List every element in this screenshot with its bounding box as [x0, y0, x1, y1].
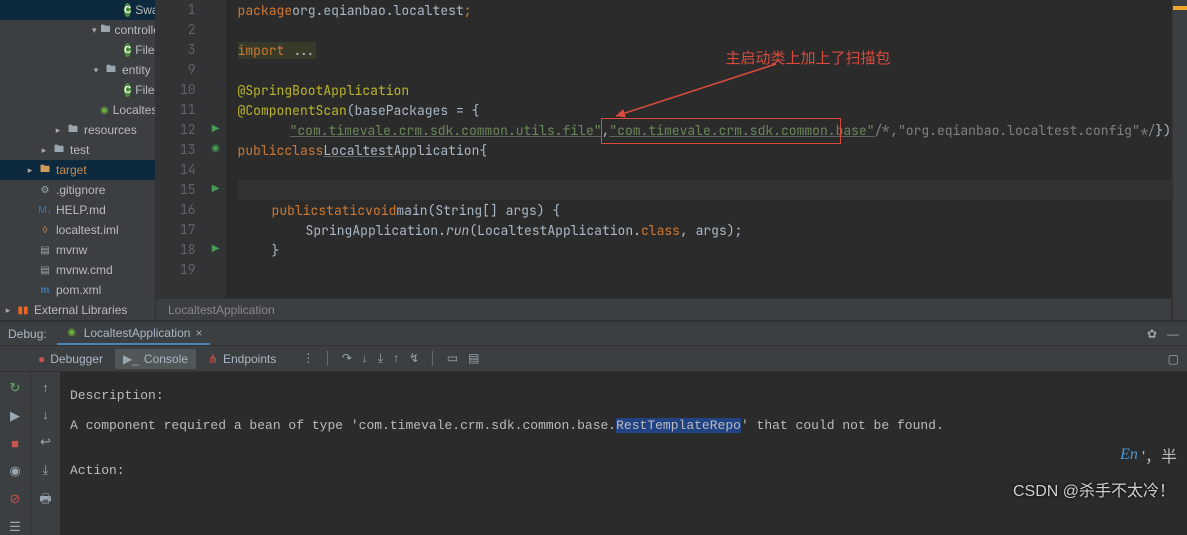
debug-header: Debug: ◉ LocaltestApplication × ✿ —	[0, 322, 1187, 346]
step-over-icon[interactable]: ↷	[342, 351, 352, 366]
tree-item[interactable]: SwaagerConfig	[135, 3, 156, 17]
debug-tabs: ●Debugger ▶_Console ⋔Endpoints ⋮ │ ↷ ↓ ⤓…	[0, 346, 1187, 372]
class-icon: C	[124, 43, 131, 57]
mute-breakpoints-icon[interactable]: ⊘	[10, 491, 21, 507]
tree-item[interactable]: localtest.iml	[56, 223, 119, 237]
ime-indicator: En'，半	[1120, 443, 1177, 467]
folder-icon: 🖿	[101, 23, 111, 37]
close-icon[interactable]: ×	[195, 326, 202, 340]
spring-icon: ◉	[100, 103, 109, 117]
tree-item[interactable]: entity	[122, 63, 151, 77]
tree-item[interactable]: FileResult	[135, 83, 156, 97]
settings-icon[interactable]: ☰	[9, 519, 21, 535]
folder-icon: 🖿	[66, 123, 80, 137]
chevron-down-icon[interactable]: ▾	[92, 65, 100, 76]
watermark: CSDN @杀手不太冷！	[1013, 477, 1175, 501]
console-output[interactable]: Description: A component required a bean…	[60, 372, 1187, 535]
warning-marker[interactable]	[1173, 6, 1187, 10]
endpoints-icon: ⋔	[208, 352, 218, 366]
more-icon[interactable]: ⋮	[302, 351, 314, 366]
tree-item[interactable]: pom.xml	[56, 283, 101, 297]
file-icon: ⚙	[38, 183, 52, 197]
class-icon: C	[124, 83, 131, 97]
tree-item[interactable]: resources	[84, 123, 137, 137]
run-config-tab[interactable]: ◉ LocaltestApplication ×	[57, 323, 211, 345]
tree-item[interactable]: mvnw.cmd	[56, 263, 113, 277]
rerun-icon[interactable]: ↻	[10, 380, 21, 396]
resume-icon[interactable]: ▶	[10, 408, 20, 424]
libraries-icon: ▮▮	[16, 303, 30, 317]
tree-item[interactable]: test	[70, 143, 89, 157]
editor-error-stripe[interactable]	[1172, 0, 1187, 320]
file-icon: ◊	[38, 223, 52, 237]
debug-side-toolbar: ↻ ▶ ■ ◉ ⊘ ☰	[0, 372, 30, 535]
chevron-right-icon[interactable]: ▸	[4, 305, 12, 316]
drop-frame-icon[interactable]: ↯	[409, 351, 419, 366]
code-area[interactable]: package org.eqianbao.localtest; import .…	[226, 0, 1171, 298]
console-tab[interactable]: ▶_Console	[115, 349, 196, 369]
spring-run-icon: ◉	[65, 326, 79, 340]
console-icon: ▶_	[123, 352, 139, 366]
debug-tool-window: Debug: ◉ LocaltestApplication × ✿ — ●Deb…	[0, 320, 1187, 535]
evaluate-icon[interactable]: ▭	[447, 351, 458, 366]
tree-item[interactable]: HELP.md	[56, 203, 106, 217]
tree-item[interactable]: .gitignore	[56, 183, 105, 197]
console-line: A component required a bean of type 'com…	[70, 418, 1177, 433]
console-side-toolbar: ↑ ↓ ↩ ⤓ 🖶	[30, 372, 60, 535]
run-class-gutter-icon[interactable]: ▶	[212, 119, 220, 139]
console-line: Description:	[70, 388, 1177, 403]
down-icon[interactable]: ↓	[42, 407, 49, 422]
class-icon: C	[124, 3, 131, 17]
print-icon[interactable]: 🖶	[39, 490, 51, 512]
target-folder-icon: 🖿	[38, 163, 52, 177]
up-icon[interactable]: ↑	[42, 380, 49, 395]
hide-icon[interactable]: —	[1167, 327, 1179, 341]
stop-icon[interactable]: ■	[11, 436, 19, 451]
maven-icon: m	[38, 283, 52, 297]
debugger-tab[interactable]: ●Debugger	[30, 349, 111, 369]
tree-item[interactable]: mvnw	[56, 243, 87, 257]
tree-item[interactable]: External Libraries	[34, 303, 127, 317]
folder-icon: 🖿	[52, 143, 66, 157]
breadcrumbs-bar[interactable]: LocaltestApplication	[156, 298, 1171, 320]
file-icon: ▤	[38, 243, 52, 257]
step-into-icon[interactable]: ↓	[362, 351, 368, 366]
console-line: Action:	[70, 463, 1177, 478]
tree-item[interactable]: target	[56, 163, 87, 177]
chevron-right-icon[interactable]: ▸	[40, 145, 48, 156]
trace-icon[interactable]: ▤	[468, 351, 479, 366]
chevron-right-icon[interactable]: ▸	[26, 165, 34, 176]
endpoints-tab[interactable]: ⋔Endpoints	[200, 349, 284, 369]
layout-icon[interactable]: ▢	[1168, 352, 1179, 366]
chevron-down-icon[interactable]: ▾	[92, 25, 97, 36]
line-number-gutter: 1 2 3 9 10 11 12 13 14 15 16 17 18 19	[156, 0, 206, 298]
editor[interactable]: 1 2 3 9 10 11 12 13 14 15 16 17 18 19 ▶ …	[156, 0, 1172, 320]
main-split: C SwaagerConfig ▾ 🖿 controller C FileSystemC…	[0, 0, 1187, 320]
tree-item[interactable]: LocaltestApplication	[113, 103, 156, 117]
debug-title: Debug:	[8, 327, 47, 341]
scroll-end-icon[interactable]: ⤓	[43, 462, 49, 478]
folder-icon: 🖿	[104, 63, 118, 77]
file-icon: ▤	[38, 263, 52, 277]
tree-item[interactable]: controller	[115, 23, 156, 37]
force-step-into-icon[interactable]: ⤓	[378, 351, 383, 366]
tree-item[interactable]: FileSystemController	[135, 43, 156, 57]
run-class-gutter-icon[interactable]: ▶	[212, 179, 220, 199]
project-tree[interactable]: C SwaagerConfig ▾ 🖿 controller C FileSystemC…	[0, 0, 156, 320]
debugger-icon: ●	[38, 352, 45, 366]
soft-wrap-icon[interactable]: ↩	[40, 434, 51, 450]
step-out-icon[interactable]: ↑	[393, 351, 399, 366]
run-main-gutter-icon[interactable]: ▶	[212, 239, 220, 259]
file-icon: M↓	[38, 203, 52, 217]
settings-icon[interactable]: ✿	[1147, 327, 1157, 341]
view-breakpoints-icon[interactable]: ◉	[9, 463, 20, 479]
spring-bean-gutter-icon[interactable]: ◉	[211, 139, 220, 159]
annotation-text: 主启动类上加上了扫描包	[726, 47, 891, 68]
chevron-right-icon[interactable]: ▸	[54, 125, 62, 136]
